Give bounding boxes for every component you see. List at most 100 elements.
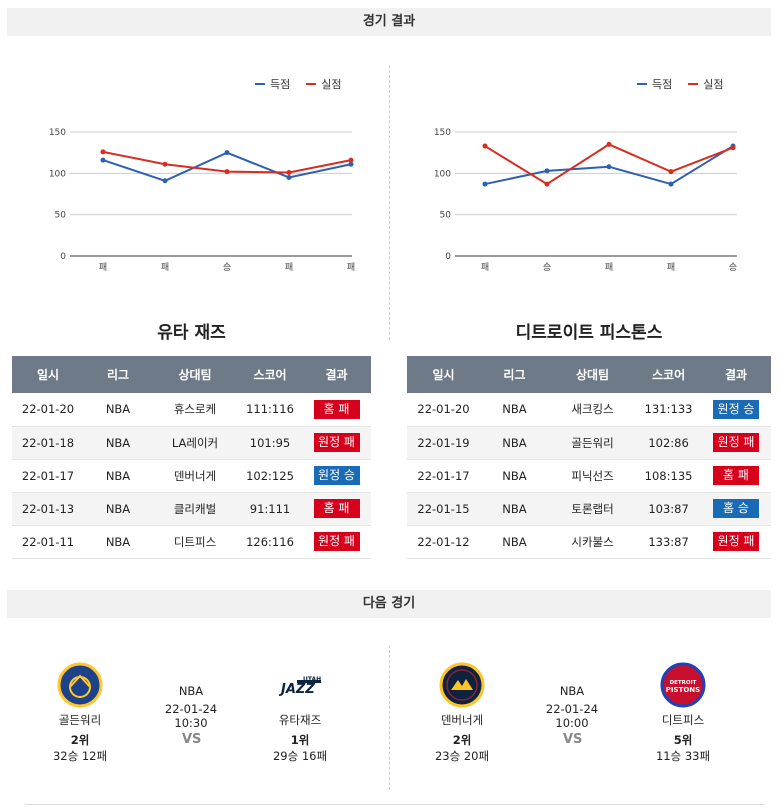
table-row[interactable]: 22-01-20 NBA 새크킹스 131:133 원정 승: [407, 393, 771, 427]
data-point: [544, 181, 550, 187]
data-point: [162, 161, 168, 167]
cell-league: NBA: [84, 393, 152, 427]
table-header-row: 일시 리그 상대팀 스코어 결과: [12, 356, 371, 393]
result-badge: 홈 패: [313, 399, 360, 419]
y-tick-label: 0: [60, 252, 66, 262]
cell-result: 원정 승: [701, 393, 771, 427]
column-header: 리그: [480, 356, 549, 393]
cell-opponent: 클리캐벌: [152, 492, 238, 526]
data-point: [668, 181, 674, 187]
svg-text:JAZZ: JAZZ: [278, 682, 315, 697]
column-header: 결과: [302, 356, 371, 393]
column-header: 리그: [84, 356, 152, 393]
cell-date: 22-01-11: [12, 525, 84, 559]
x-tick-label: 패: [605, 262, 613, 273]
team-record: 23승 20패: [434, 749, 490, 763]
result-badge: 원정 승: [313, 466, 360, 485]
result-badge: 홈 패: [313, 499, 360, 518]
line-chart-detroit: 0 50 100 150 패 승 패 패 승: [434, 128, 737, 273]
league-label: NBA: [178, 684, 204, 698]
game-datetime: 22-01-24 10:00: [545, 702, 599, 730]
cell-opponent: 피닉선즈: [548, 459, 637, 493]
team-title-utah: 유타 재즈: [157, 323, 226, 343]
chart-divider: [389, 65, 390, 340]
team-record: 32승 12패: [52, 749, 108, 763]
cell-league: NBA: [480, 492, 549, 526]
warriors-logo-icon: [57, 662, 103, 708]
next-team-warriors[interactable]: 골든워리 2위 32승 12패: [40, 662, 120, 764]
data-point: [668, 169, 674, 175]
cell-league: NBA: [84, 426, 152, 460]
table-header-row: 일시 리그 상대팀 스코어 결과: [407, 356, 771, 393]
table-row[interactable]: 22-01-13 NBA 클리캐벌 91:111 홈 패: [12, 492, 371, 526]
x-tick-label: 패: [347, 262, 355, 273]
team-rank: 2위: [452, 733, 472, 747]
next-divider: [389, 645, 390, 790]
vs-label: VS: [182, 732, 202, 747]
cell-result: 원정 패: [701, 426, 771, 460]
table-row[interactable]: 22-01-17 NBA 덴버너게 102:125 원정 승: [12, 459, 371, 493]
recent-games-table-utah: 일시 리그 상대팀 스코어 결과 22-01-20 NBA 휴스로케 111:116 홈 패 22-…: [12, 356, 371, 559]
cell-date: 22-01-18: [12, 426, 84, 460]
next-team-nuggets[interactable]: 덴버너게 2위 23승 20패: [422, 662, 502, 764]
y-tick-label: 100: [49, 169, 66, 179]
team-title-detroit: 디트로이트 피스톤스: [515, 323, 663, 343]
data-point: [286, 174, 292, 180]
bottom-divider: [25, 804, 765, 805]
data-point: [606, 141, 612, 147]
team-record: 29승 16패: [272, 749, 328, 763]
result-badge: 원정 패: [713, 433, 759, 452]
next-header: 다음 경기: [7, 590, 771, 618]
cell-league: NBA: [480, 459, 549, 493]
table-row[interactable]: 22-01-19 NBA 골든워리 102:86 원정 패: [407, 426, 771, 460]
x-tick-label: 승: [223, 262, 231, 273]
cell-opponent: LA레이커: [152, 426, 238, 460]
cell-opponent: 토론랩터: [548, 492, 637, 526]
svg-text:PISTONS: PISTONS: [666, 686, 700, 694]
legend-right: 득점 실점: [637, 76, 724, 92]
team-name: 덴버너게: [440, 713, 484, 727]
column-header: 일시: [12, 356, 84, 393]
table-row[interactable]: 22-01-15 NBA 토론랩터 103:87 홈 승: [407, 492, 771, 526]
cell-score: 126:116: [238, 525, 302, 559]
cell-date: 22-01-20: [407, 393, 480, 427]
x-tick-label: 패: [285, 262, 293, 273]
column-header: 상대팀: [152, 356, 238, 393]
jazz-logo-icon: UTAH JAZZ: [277, 662, 323, 708]
data-point: [544, 168, 550, 174]
data-point: [224, 169, 230, 175]
data-point: [100, 149, 106, 155]
next-team-pistons[interactable]: DETROIT PISTONS 디트피스 5위 11승 33패: [643, 662, 723, 764]
cell-result: 원정 승: [302, 459, 371, 493]
x-tick-label: 패: [99, 262, 107, 273]
y-tick-label: 100: [434, 169, 451, 179]
cell-league: NBA: [480, 525, 549, 559]
cell-league: NBA: [84, 459, 152, 493]
team-name: 유타재즈: [278, 713, 322, 727]
legend-item-score: 득점: [637, 76, 672, 92]
data-point: [100, 157, 106, 163]
next-game-info-2: NBA 22-01-24 10:00: [531, 684, 613, 730]
table-row[interactable]: 22-01-17 NBA 피닉선즈 108:135 홈 패: [407, 459, 771, 493]
next-team-jazz[interactable]: UTAH JAZZ 유타재즈 1위 29승 16패: [260, 662, 340, 764]
table-row[interactable]: 22-01-18 NBA LA레이커 101:95 원정 패: [12, 426, 371, 460]
x-tick-label: 승: [729, 262, 737, 273]
cell-result: 홈 패: [701, 459, 771, 493]
game-datetime: 22-01-24 10:30: [164, 702, 218, 730]
cell-score: 131:133: [636, 393, 702, 427]
cell-opponent: 새크킹스: [548, 393, 637, 427]
next-game-info-1: NBA 22-01-24 10:30: [150, 684, 232, 730]
result-badge: 원정 패: [313, 433, 360, 452]
cell-score: 103:87: [636, 492, 702, 526]
table-row[interactable]: 22-01-12 NBA 시카불스 133:87 원정 패: [407, 525, 771, 559]
cell-date: 22-01-13: [12, 492, 84, 526]
league-label: NBA: [559, 684, 585, 698]
cell-opponent: 휴스로케: [152, 393, 238, 427]
recent-games-table-detroit: 일시 리그 상대팀 스코어 결과 22-01-20 NBA 새크킹스 131:133 원정 승 22…: [407, 356, 771, 559]
table-row[interactable]: 22-01-20 NBA 휴스로케 111:116 홈 패: [12, 393, 371, 427]
cell-date: 22-01-20: [12, 393, 84, 427]
cell-score: 102:86: [636, 426, 702, 460]
column-header: 스코어: [238, 356, 302, 393]
team-rank: 5위: [673, 733, 693, 747]
table-row[interactable]: 22-01-11 NBA 디트피스 126:116 원정 패: [12, 525, 371, 559]
